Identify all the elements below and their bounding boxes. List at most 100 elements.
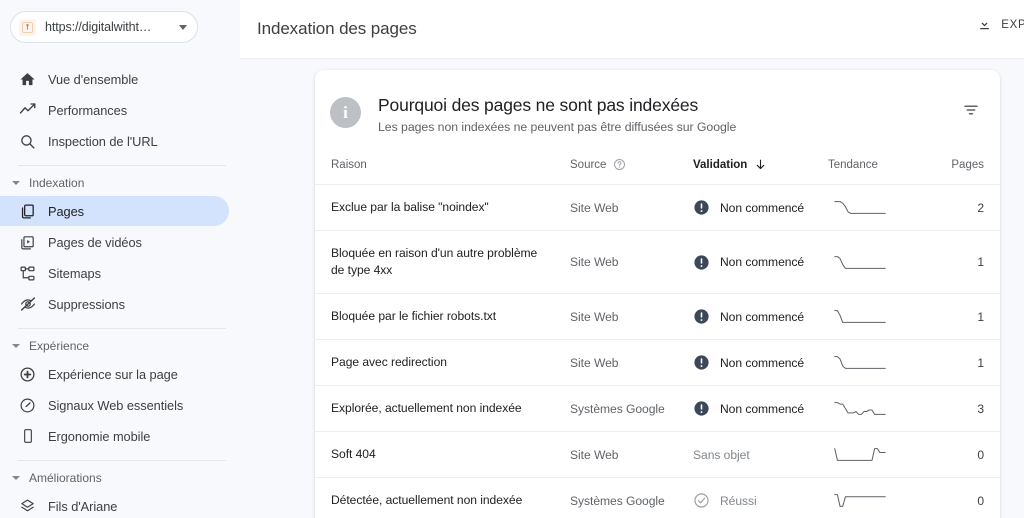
sidebar-item-label: Expérience sur la page	[48, 366, 178, 382]
trend-sparkline	[834, 494, 886, 507]
column-header-source[interactable]: Source	[570, 152, 693, 185]
trend-sparkline	[834, 402, 886, 415]
cell-tendance	[828, 184, 933, 231]
breadcrumb-layers-icon	[18, 497, 37, 516]
sidebar-item-ergonomie-mobile[interactable]: Ergonomie mobile	[0, 421, 229, 451]
cell-source: Site Web	[570, 293, 693, 340]
cell-tendance	[828, 230, 933, 294]
column-header-raison[interactable]: Raison	[315, 152, 570, 185]
cell-pages: 1	[933, 339, 1000, 386]
table-row[interactable]: Exclue par la balise "noindex" Site Web No…	[315, 184, 1000, 231]
site-favicon-icon	[19, 18, 36, 36]
card-header-text: Pourquoi des pages ne sont pas indexées …	[378, 95, 736, 134]
property-selector[interactable]: https://digitalwitht…	[10, 11, 198, 43]
validation-status-text: Non commencé	[720, 255, 805, 269]
cell-raison: Bloquée en raison d'un autre problème de…	[315, 230, 570, 294]
sidebar-item-label: Suppressions	[48, 296, 125, 312]
sidebar-group-experience[interactable]: Expérience	[0, 333, 240, 359]
download-icon	[977, 17, 992, 32]
sidebar-item-performances[interactable]: Performances	[0, 95, 229, 125]
filter-icon[interactable]	[960, 99, 982, 121]
trend-sparkline	[834, 255, 886, 269]
video-page-icon	[18, 233, 37, 252]
sidebar-group-label: Expérience	[29, 339, 90, 353]
sidebar-group-indexation[interactable]: Indexation	[0, 170, 240, 196]
sidebar: https://digitalwitht… Vue d'ensemble Per…	[0, 0, 240, 518]
cell-raison: Soft 404	[315, 431, 570, 478]
table-row[interactable]: Explorée, actuellement non indexée Systèm…	[315, 385, 1000, 432]
alert-filled-icon	[693, 400, 710, 417]
eye-off-icon	[18, 295, 37, 314]
cell-validation: Non commencé	[693, 230, 828, 294]
mobile-icon	[18, 427, 37, 446]
cell-pages: 1	[933, 230, 1000, 294]
sidebar-group-ameliorations[interactable]: Améliorations	[0, 465, 240, 491]
table-row[interactable]: Bloquée en raison d'un autre problème de…	[315, 230, 1000, 294]
validation-status-text: Non commencé	[720, 200, 805, 215]
sidebar-item-experience-sur-la-page[interactable]: Expérience sur la page	[0, 359, 229, 389]
cell-raison: Page avec redirection	[315, 339, 570, 386]
cell-source: Site Web	[570, 431, 693, 478]
sidebar-item-sitemaps[interactable]: Sitemaps	[0, 258, 229, 288]
sidebar-item-inspection-url[interactable]: Inspection de l'URL	[0, 126, 229, 156]
column-header-validation[interactable]: Validation	[693, 152, 828, 185]
table-row[interactable]: Page avec redirection Site Web Non commenc…	[315, 339, 1000, 386]
cell-validation: Non commencé	[693, 293, 828, 340]
cell-validation: Non commencé	[693, 184, 828, 231]
cell-pages: 2	[933, 184, 1000, 231]
cell-source: Site Web	[570, 230, 693, 294]
column-label: Tendance	[828, 158, 878, 171]
app-root: https://digitalwitht… Vue d'ensemble Per…	[0, 0, 1024, 518]
trend-sparkline	[834, 201, 886, 214]
sidebar-item-label: Pages	[48, 203, 85, 219]
table-header-row: Raison Source Validation Tendance Pages	[315, 152, 1000, 185]
cell-validation: Non commencé	[693, 385, 828, 432]
sidebar-divider-2	[18, 328, 226, 329]
cell-tendance	[828, 431, 933, 478]
home-icon	[18, 70, 37, 89]
export-button[interactable]: EXPO	[977, 17, 1024, 32]
validation-status-text: Réussi	[720, 493, 757, 508]
help-circle-icon[interactable]	[613, 158, 626, 171]
cell-validation: Sans objet	[693, 431, 828, 478]
validation-status-text: Sans objet	[693, 447, 750, 462]
cell-tendance	[828, 477, 933, 518]
sidebar-item-label: Pages de vidéos	[48, 234, 142, 250]
column-header-pages[interactable]: Pages	[933, 152, 1000, 185]
cell-pages: 0	[933, 431, 1000, 478]
cell-source: Site Web	[570, 339, 693, 386]
table-body: Exclue par la balise "noindex" Site Web No…	[315, 184, 1000, 518]
alert-filled-icon	[693, 308, 710, 325]
sidebar-group-label: Améliorations	[29, 471, 102, 485]
column-label: Pages	[951, 158, 984, 171]
sidebar-item-pages-de-videos[interactable]: Pages de vidéos	[0, 227, 229, 257]
chevron-down-icon	[12, 476, 20, 480]
cell-raison: Bloquée par le fichier robots.txt	[315, 293, 570, 340]
search-icon	[18, 132, 37, 151]
cell-tendance	[828, 293, 933, 340]
sidebar-item-pages[interactable]: Pages	[0, 196, 229, 226]
sidebar-item-signaux-web-essentiels[interactable]: Signaux Web essentiels	[0, 390, 229, 420]
sidebar-item-label: Signaux Web essentiels	[48, 397, 184, 413]
sidebar-item-fils-dariane[interactable]: Fils d'Ariane	[0, 491, 229, 518]
export-label: EXPO	[1001, 18, 1024, 31]
card-header: i Pourquoi des pages ne sont pas indexée…	[315, 70, 1000, 152]
top-bar: Indexation des pages EXPO	[240, 0, 1024, 59]
cell-validation: Réussi	[693, 477, 828, 518]
table-row[interactable]: Détectée, actuellement non indexée Systèm…	[315, 477, 1000, 518]
sidebar-item-vue-densemble[interactable]: Vue d'ensemble	[0, 64, 229, 94]
trend-sparkline	[834, 310, 886, 323]
indexation-card: i Pourquoi des pages ne sont pas indexée…	[315, 70, 1000, 518]
pages-icon	[18, 202, 37, 221]
sidebar-item-suppressions[interactable]: Suppressions	[0, 289, 229, 319]
validation-status-text: Non commencé	[720, 355, 805, 370]
info-icon: i	[330, 97, 361, 128]
sitemap-icon	[18, 264, 37, 283]
cell-source: Systèmes Google	[570, 477, 693, 518]
page-title: Indexation des pages	[257, 19, 417, 38]
sidebar-item-label: Sitemaps	[48, 265, 101, 281]
column-header-tendance[interactable]: Tendance	[828, 152, 933, 185]
cell-pages: 0	[933, 477, 1000, 518]
table-row[interactable]: Soft 404 Site Web Sans objet 0	[315, 431, 1000, 478]
table-row[interactable]: Bloquée par le fichier robots.txt Site We…	[315, 293, 1000, 340]
